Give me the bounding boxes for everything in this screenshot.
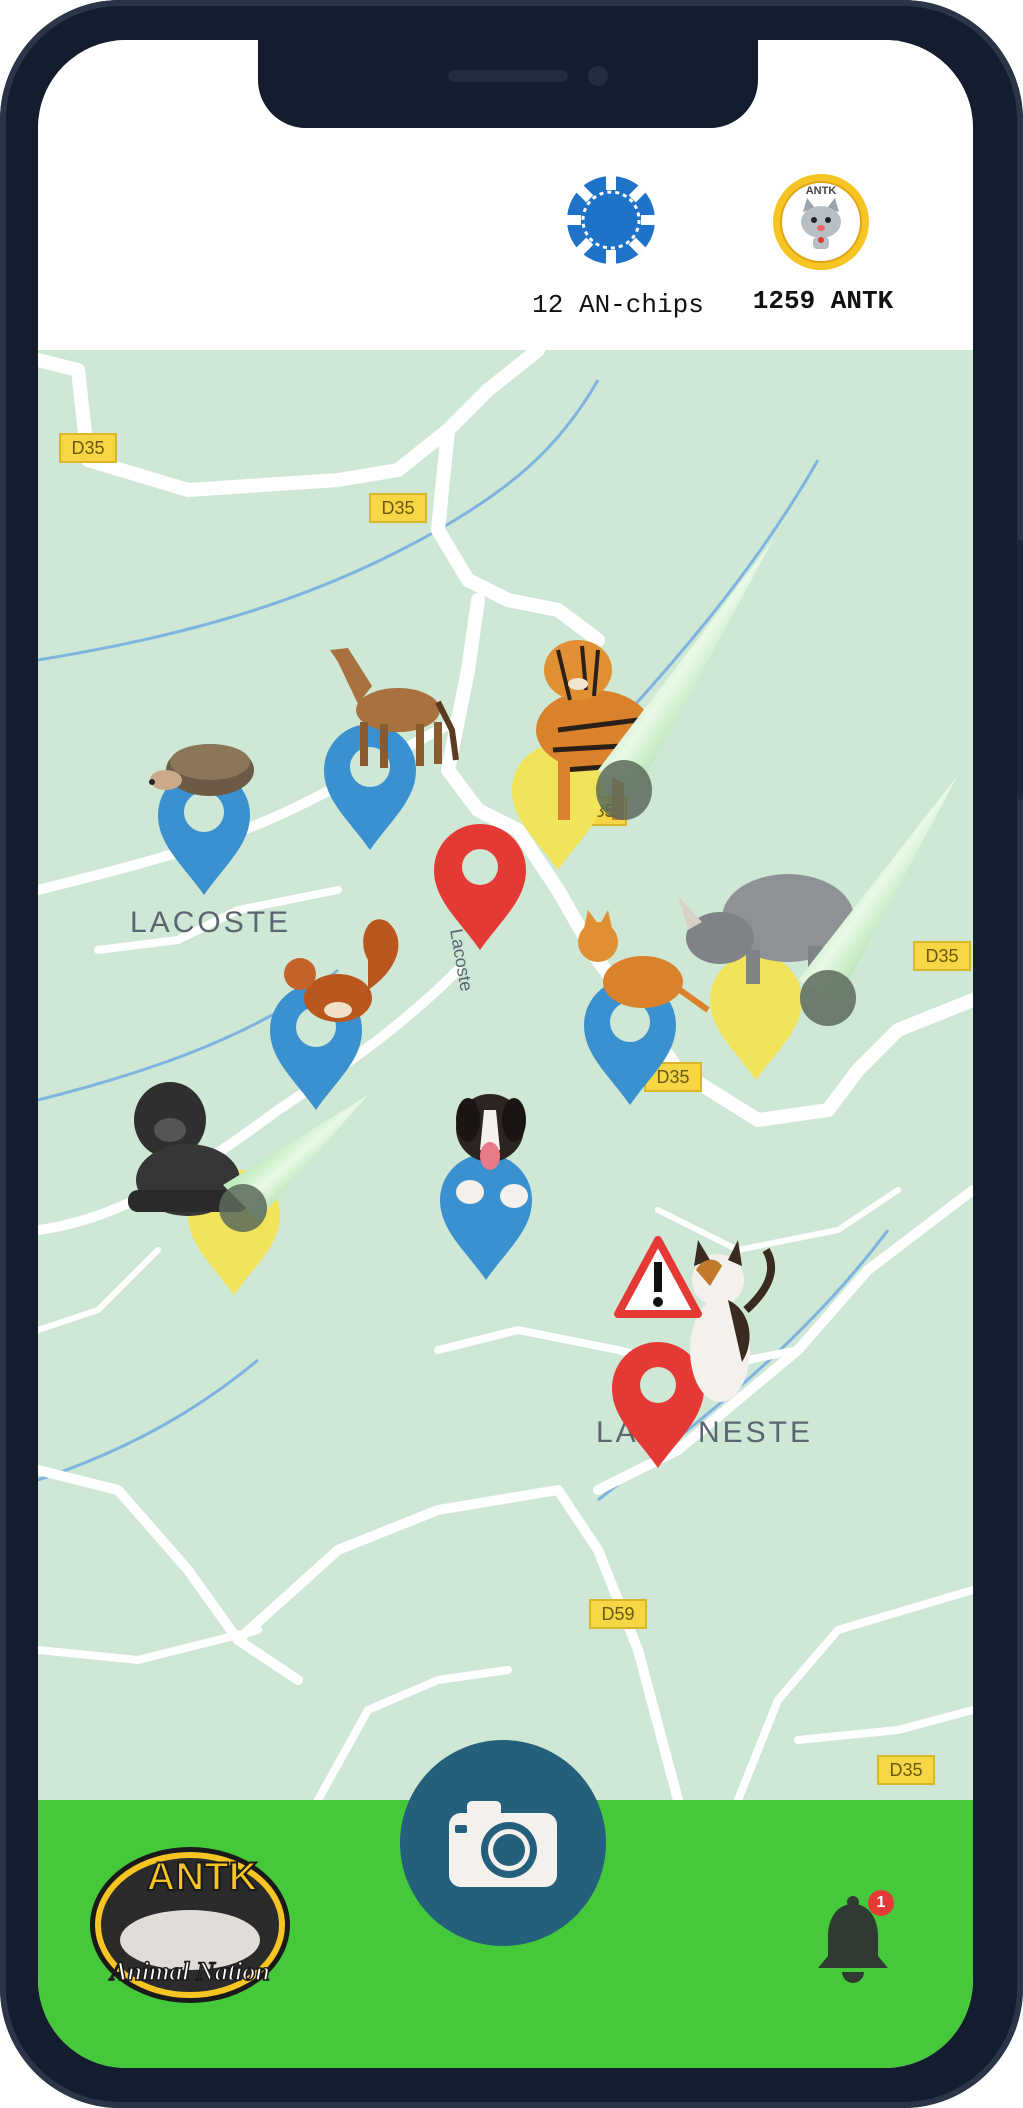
- logo-title: ANTK: [146, 1855, 257, 1899]
- camera-button[interactable]: [400, 1740, 606, 1946]
- chips-balance: 12 AN-chips: [532, 290, 704, 320]
- logo-subtitle: Animal Nation: [108, 1957, 270, 1986]
- svg-text:D35: D35: [71, 438, 104, 458]
- svg-text:D35: D35: [925, 946, 958, 966]
- map-view[interactable]: D35 D35 D35 D35 D35 D35: [38, 350, 973, 1800]
- map-land: [38, 350, 973, 1800]
- place-label-neste: NESTE: [698, 1416, 813, 1449]
- road-shield-6: D35: [877, 1755, 935, 1785]
- svg-text:D35: D35: [889, 1760, 922, 1780]
- antk-balance: 1259 ANTK: [752, 286, 894, 316]
- svg-text:D59: D59: [601, 1604, 634, 1624]
- side-button: [1017, 540, 1023, 800]
- speaker-grille: [448, 70, 568, 82]
- camera-icon: [449, 1801, 557, 1887]
- antk-token-icon[interactable]: ANTK: [771, 172, 871, 272]
- svg-text:D35: D35: [656, 1067, 689, 1087]
- notch: [258, 40, 758, 128]
- road-shield-7: D59: [589, 1599, 647, 1629]
- place-label-lacoste: LACOSTE: [130, 906, 291, 939]
- road-shield-2: D35: [369, 493, 427, 523]
- chip-icon[interactable]: [565, 174, 657, 266]
- front-camera: [588, 66, 608, 86]
- notification-badge: 1: [868, 1890, 894, 1916]
- phone-frame: 12 AN-chips ANTK 1259 ANTK D35 D35 D35 D…: [0, 0, 1023, 2108]
- svg-text:D35: D35: [381, 498, 414, 518]
- antk-logo[interactable]: ANTK Animal Nation: [80, 1830, 300, 2010]
- antk-badge-text: ANTK: [806, 185, 837, 197]
- screen: 12 AN-chips ANTK 1259 ANTK D35 D35 D35 D…: [38, 40, 973, 2068]
- road-shield-1: D35: [59, 433, 117, 463]
- road-shield-4: D35: [913, 941, 971, 971]
